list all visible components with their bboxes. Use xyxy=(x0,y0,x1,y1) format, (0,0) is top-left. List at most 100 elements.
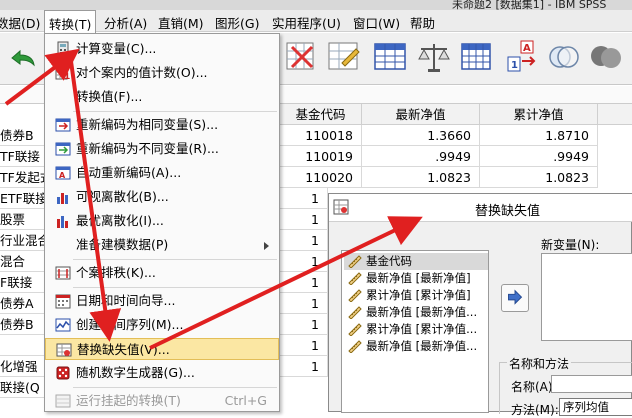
list-item[interactable]: 最新净值 [最新净值... xyxy=(344,304,488,321)
grid-cell[interactable]: 股票 xyxy=(0,209,46,230)
grid-cell[interactable]: 联接(Q xyxy=(0,377,46,398)
grid-cell[interactable] xyxy=(0,335,46,356)
menu-item-rank-cases[interactable]: 个案排秩(K)... xyxy=(45,262,279,284)
menu-item-shift-values[interactable]: 转换值(F)... xyxy=(45,86,279,108)
grid-cell[interactable]: 110020 xyxy=(280,167,362,188)
grid-cell[interactable]: 110019 xyxy=(280,146,362,167)
grid-cell[interactable]: 行业混合 xyxy=(0,230,46,251)
menu-window[interactable]: 窗口(W) xyxy=(353,13,400,32)
grid-cell[interactable]: 1 xyxy=(280,335,328,356)
menu-item-recode-different[interactable]: 重新编码为不同变量(R)... xyxy=(45,138,279,160)
method-select[interactable]: 序列均值 xyxy=(559,398,632,416)
source-variable-list[interactable]: 基金代码 最新净值 [最新净值] 累计净值 [累计净值] 最新净值 [最新净值.… xyxy=(341,250,489,413)
grid-cell[interactable]: ETF联接 xyxy=(0,188,46,209)
menu-item-optimal-binning[interactable]: 最优离散化(I)... xyxy=(45,210,279,232)
menu-item-auto-recode[interactable]: A 自动重新编码(A)... xyxy=(45,162,279,184)
auto-recode-icon: A xyxy=(55,166,71,180)
menu-item-visual-binning[interactable]: 可视离散化(B)... xyxy=(45,186,279,208)
menu-item-run-pending-transforms[interactable]: 运行挂起的转换(T) Ctrl+G xyxy=(45,390,279,412)
grid-cell[interactable]: 债券A xyxy=(0,293,46,314)
weight-cases-icon[interactable] xyxy=(326,39,362,75)
column-header[interactable]: 基金代码 xyxy=(280,104,362,125)
menu-help[interactable]: 帮助 xyxy=(410,13,435,32)
name-input[interactable] xyxy=(551,375,632,393)
new-variables-list[interactable] xyxy=(541,253,632,341)
menu-item-date-time-wizard[interactable]: 日期和时间向导... xyxy=(45,290,279,312)
column-header[interactable]: 最新净值 xyxy=(362,104,480,125)
grid-cell[interactable]: 债券B xyxy=(0,125,46,146)
replace-missing-icon xyxy=(56,343,72,357)
new-variables-label: 新变量(N): xyxy=(541,238,600,252)
grid-cell[interactable]: 1 xyxy=(280,209,328,230)
time-series-icon xyxy=(55,318,71,332)
column-header[interactable]: 累计净值 xyxy=(480,104,598,125)
grid-cell[interactable]: 化增强 xyxy=(0,356,46,377)
menu-separator xyxy=(73,387,277,388)
menu-item-create-time-series[interactable]: 创建时间序列(M)... xyxy=(45,314,279,336)
menu-item-replace-missing-values[interactable]: 替换缺失值(V)... xyxy=(45,338,279,360)
grid-cell[interactable]: 1.8710 xyxy=(480,125,598,146)
select-cases-icon[interactable] xyxy=(284,39,320,75)
grid-cell[interactable]: 1 xyxy=(280,272,328,293)
menu-transform[interactable]: 转换(T) xyxy=(44,10,97,33)
scale-icon[interactable] xyxy=(416,39,452,75)
grid-cell[interactable]: .9949 xyxy=(362,146,480,167)
dialog-title-bar[interactable]: 替换缺失值 xyxy=(329,194,632,222)
grid-cell[interactable]: 1 xyxy=(280,230,328,251)
menu-item-random-number-generators[interactable]: 随机数字生成器(G)... xyxy=(45,362,279,384)
grid-cell[interactable]: 1 xyxy=(280,251,328,272)
grid-cell[interactable]: 1 xyxy=(280,314,328,335)
grid-cell[interactable]: TF发起式 xyxy=(0,167,46,188)
grid-cell[interactable]: 110018 xyxy=(280,125,362,146)
menu-analyze[interactable]: 分析(A) xyxy=(104,13,147,32)
grid-cell[interactable]: 1 xyxy=(280,188,328,209)
menu-item-compute-variable[interactable]: 计算变量(C)... xyxy=(45,38,279,60)
list-item[interactable]: 累计净值 [累计净值] xyxy=(344,287,488,304)
method-label: 方法(M): xyxy=(511,403,559,417)
grid-cell[interactable]: 债券B xyxy=(0,314,46,335)
menu-item-prepare-modeling-data[interactable]: 准备建模数据(P) xyxy=(45,234,279,256)
svg-text:A: A xyxy=(59,171,66,180)
menu-direct-marketing[interactable]: 直销(M) xyxy=(158,13,204,32)
menu-data[interactable]: 数据(D) xyxy=(0,13,40,32)
title-bar: 未命题2 [数据集1] - IBM SPSS xyxy=(0,0,632,11)
calculator-icon xyxy=(57,41,69,57)
use-sets-icon[interactable] xyxy=(546,39,582,75)
name-label: 名称(A): xyxy=(511,380,557,394)
grid-cell[interactable]: 混合 xyxy=(0,251,46,272)
grid-cell[interactable]: TF联接 xyxy=(0,146,46,167)
grid-cell[interactable]: 1.0823 xyxy=(362,167,480,188)
ruler-icon xyxy=(348,323,362,336)
visual-binning-icon xyxy=(57,193,68,204)
grid-cell[interactable]: 1 xyxy=(280,356,328,377)
replace-missing-values-dialog: 替换缺失值 基金代码 最新净值 [最新净值] 累计净值 [累计净值] 最新净值 … xyxy=(328,193,632,417)
menu-utilities[interactable]: 实用程序(U) xyxy=(272,13,341,32)
grid-cell[interactable]: .9949 xyxy=(480,146,598,167)
grid-icon[interactable] xyxy=(458,39,494,75)
data-table-icon[interactable] xyxy=(372,39,408,75)
count-icon: 1 xyxy=(55,67,70,81)
menu-item-recode-same[interactable]: 重新编码为相同变量(S)... xyxy=(45,114,279,136)
grid-cell[interactable]: 1.3660 xyxy=(362,125,480,146)
submenu-arrow-icon xyxy=(264,242,269,250)
list-item[interactable]: 最新净值 [最新净值] xyxy=(344,270,488,287)
undo-icon[interactable] xyxy=(8,46,38,70)
value-labels-icon[interactable]: A 1 xyxy=(504,39,540,75)
grid-cell[interactable]: F联接 xyxy=(0,272,46,293)
grid-cell[interactable]: 1.0823 xyxy=(480,167,598,188)
menu-item-count-values[interactable]: 1 对个案内的值计数(O)... xyxy=(45,62,279,84)
run-pending-icon xyxy=(55,394,71,408)
list-item[interactable]: 最新净值 [最新净值... xyxy=(344,338,488,355)
list-item[interactable]: 基金代码 xyxy=(344,253,488,270)
grid-cell[interactable]: 1 xyxy=(280,293,328,314)
menu-graphs[interactable]: 图形(G) xyxy=(215,13,259,32)
svg-text:A: A xyxy=(523,43,531,54)
list-item[interactable]: 累计净值 [累计净值... xyxy=(344,321,488,338)
show-all-variables-icon[interactable] xyxy=(588,39,624,75)
move-variable-button[interactable] xyxy=(501,284,529,312)
arrow-right-icon xyxy=(508,289,523,305)
menu-bar: 数据(D) 转换(T) 分析(A) 直销(M) 图形(G) 实用程序(U) 窗口… xyxy=(0,10,632,33)
column-header[interactable] xyxy=(598,104,632,125)
dialog-app-icon xyxy=(333,199,349,215)
dialog-title: 替换缺失值 xyxy=(475,204,541,219)
